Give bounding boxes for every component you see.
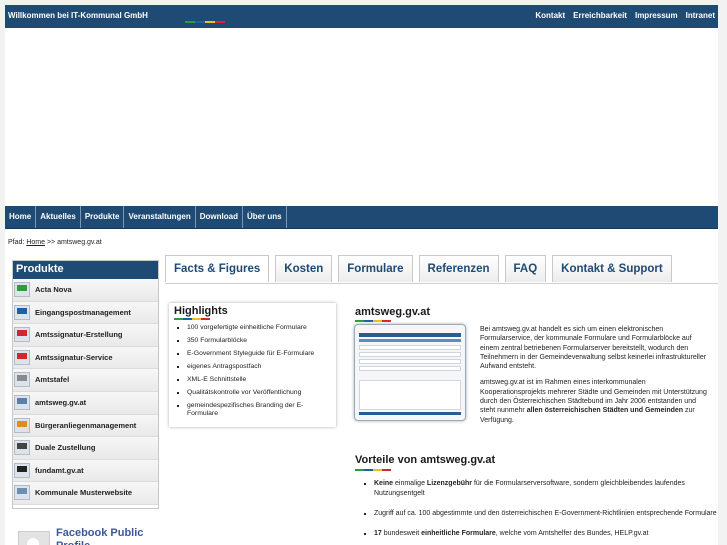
amtsweg-screenshot-thumbnail[interactable]	[354, 324, 466, 421]
sidebar-item-amtstafel[interactable]: Amtstafel	[13, 369, 158, 392]
breadcrumb-home-link[interactable]: Home	[26, 239, 45, 246]
signature-service-icon	[14, 349, 30, 365]
sidebar-item-label: Amtssignatur-Erstellung	[35, 330, 123, 340]
sidebar-item-label: fundamt.gv.at	[35, 465, 84, 475]
sidebar-item-label: Amtstafel	[35, 375, 70, 385]
sidebar-item-duale-zustellung[interactable]: Duale Zustellung	[13, 437, 158, 460]
tab-faq[interactable]: FAQ	[504, 255, 547, 282]
sidebar-item-label: Bürgeranliegenmanagement	[35, 420, 137, 430]
highlight-item: gemeindespezifisches Branding der E-Form…	[187, 402, 327, 418]
signature-icon	[14, 327, 30, 343]
board-icon	[14, 372, 30, 388]
facebook-avatar	[18, 531, 50, 545]
sidebar-item-amtssignatur-erstellung[interactable]: Amtssignatur-Erstellung	[13, 324, 158, 347]
sidebar-item-label: amtsweg.gv.at	[35, 397, 87, 407]
sidebar-item-fundamt-gv-at[interactable]: fundamt.gv.at	[13, 459, 158, 483]
nav-produkte[interactable]: Produkte	[81, 206, 125, 228]
highlight-item: eigenes Antragspostfach	[187, 363, 327, 371]
nav-aktuelles[interactable]: Aktuelles	[36, 206, 81, 228]
vorteile-title: Vorteile von amtsweg.gv.at	[355, 454, 496, 466]
amtsweg-title: amtsweg.gv.at	[355, 306, 430, 318]
amtsweg-description: Bei amtsweg.gv.at handelt es sich um ein…	[480, 325, 710, 432]
highlight-item: E-Government Styleguide für E-Formulare	[187, 350, 327, 358]
sidebar-title: Produkte	[13, 261, 158, 279]
sidebar-item-kommunale-musterwebsite[interactable]: Kommunale Musterwebsite	[13, 482, 158, 505]
content-tabs: Facts & Figures Kosten Formulare Referen…	[165, 255, 672, 282]
amtsweg-color-strip	[355, 320, 391, 322]
sidebar-item-acta-nova[interactable]: Acta Nova	[13, 279, 158, 302]
sidebar-item-label: Amtssignatur-Service	[35, 352, 113, 362]
tab-divider	[165, 283, 718, 284]
highlight-item: Qualitätskontrolle vor Veröffentlichung	[187, 389, 327, 397]
fundamt-icon	[14, 462, 30, 478]
tab-referenzen[interactable]: Referenzen	[418, 255, 499, 282]
link-erreichbarkeit[interactable]: Erreichbarkeit	[573, 11, 627, 20]
tab-kosten[interactable]: Kosten	[275, 255, 333, 282]
top-links: Kontakt Erreichbarkeit Impressum Intrane…	[535, 11, 715, 20]
breadcrumb-prefix: Pfad:	[8, 239, 25, 246]
highlights-color-strip	[174, 318, 210, 320]
products-sidebar: Produkte Acta Nova Eingangspostmanagement…	[12, 260, 159, 509]
highlights-title: Highlights	[174, 305, 228, 317]
nav-home[interactable]: Home	[5, 206, 37, 228]
website-icon	[14, 485, 30, 501]
vorteil-item: 17 bundesweit einheitliche Formulare, we…	[374, 529, 718, 539]
nav-ueber-uns[interactable]: Über uns	[243, 206, 287, 228]
highlight-item: 350 Formularblöcke	[187, 337, 327, 345]
amtsweg-paragraph-1: Bei amtsweg.gv.at handelt es sich um ein…	[480, 326, 707, 371]
amtsweg-paragraph-2: amtsweg.gv.at ist im Rahmen eines interk…	[480, 379, 707, 424]
link-impressum[interactable]: Impressum	[635, 11, 678, 20]
sidebar-item-label: Eingangspostmanagement	[35, 307, 131, 317]
link-kontakt[interactable]: Kontakt	[535, 11, 565, 20]
tab-facts-figures[interactable]: Facts & Figures	[165, 255, 270, 282]
highlight-item: XML-E Schnittstelle	[187, 376, 327, 384]
sidebar-item-eingangspostmanagement[interactable]: Eingangspostmanagement	[13, 301, 158, 325]
vorteile-list: Keine einmalige Lizenzgebühr für die For…	[362, 479, 718, 545]
citizen-icon	[14, 417, 30, 433]
brand-color-strip	[185, 21, 225, 23]
nav-download[interactable]: Download	[196, 206, 243, 228]
tab-formulare[interactable]: Formulare	[338, 255, 413, 282]
sidebar-product-list: Acta Nova Eingangspostmanagement Amtssigna…	[13, 279, 158, 505]
sidebar-item-amtssignatur-service[interactable]: Amtssignatur-Service	[13, 346, 158, 370]
sidebar-item-label: Acta Nova	[35, 285, 72, 294]
page-frame: Willkommen bei IT-Kommunal GmbH Kontakt …	[5, 5, 718, 545]
highlight-item: 100 vorgefertigte einheitliche Formulare	[187, 324, 327, 332]
nav-veranstaltungen[interactable]: Veranstaltungen	[124, 206, 196, 228]
breadcrumb-current: >> amtsweg.gv.at	[46, 239, 102, 246]
facebook-title[interactable]: Facebook Public Profile	[56, 527, 166, 545]
main-navigation: Home Aktuelles Produkte Veranstaltungen …	[5, 206, 718, 229]
vorteile-color-strip	[355, 469, 391, 471]
welcome-text: Willkommen bei IT-Kommunal GmbH	[8, 11, 148, 20]
vorteil-item: Zugriff auf ca. 100 abgestimmte und den …	[374, 509, 718, 519]
highlights-card: Highlights 100 vorgefertigte einheitlich…	[169, 303, 336, 427]
sidebar-item-label: Kommunale Musterwebsite	[35, 488, 133, 498]
sidebar-item-amtsweg-gv-at[interactable]: amtsweg.gv.at	[13, 391, 158, 415]
highlights-list: 100 vorgefertigte einheitliche Formulare…	[175, 324, 327, 423]
amtsweg-icon	[14, 394, 30, 410]
acta-nova-icon	[14, 282, 30, 297]
tab-kontakt-support[interactable]: Kontakt & Support	[552, 255, 672, 282]
breadcrumb: Pfad: Home >> amtsweg.gv.at	[8, 239, 102, 246]
sidebar-item-bürgeranliegenmanagement[interactable]: Bürgeranliegenmanagement	[13, 414, 158, 438]
delivery-icon	[14, 440, 30, 456]
inbox-icon	[14, 304, 30, 320]
vorteil-item: Keine einmalige Lizenzgebühr für die For…	[374, 479, 718, 499]
link-intranet[interactable]: Intranet	[686, 11, 715, 20]
sidebar-item-label: Duale Zustellung	[35, 443, 96, 453]
top-bar: Willkommen bei IT-Kommunal GmbH Kontakt …	[5, 5, 718, 28]
